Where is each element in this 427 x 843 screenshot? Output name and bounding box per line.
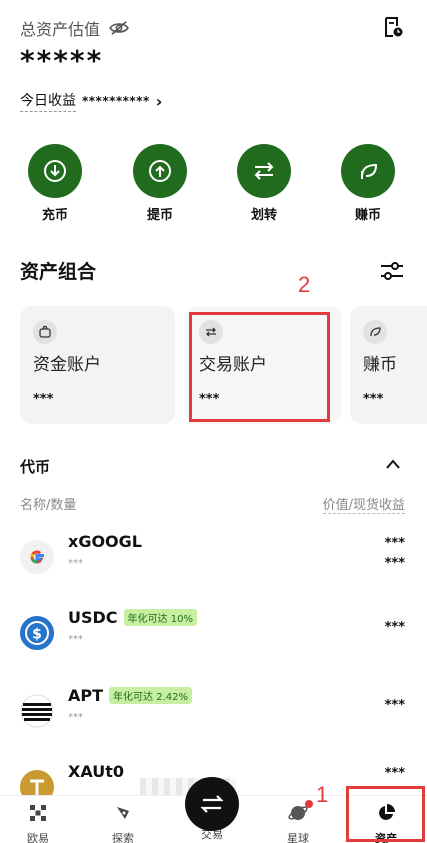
eye-hidden-icon[interactable] [108, 20, 130, 36]
token-pnl: *** [384, 556, 405, 571]
annotation-box-2 [189, 312, 330, 422]
token-value: *** [384, 766, 405, 781]
earn-label: 赚币 [354, 208, 381, 223]
annotation-number-1: 1 [316, 782, 329, 807]
today-pnl[interactable]: 今日收益 ********** › [20, 90, 162, 112]
okx-icon [30, 805, 46, 821]
tab-label: 欧易 [27, 832, 49, 843]
google-logo-icon [20, 540, 54, 574]
account-name: 资金账户 [33, 355, 101, 375]
token-amount: *** [68, 558, 83, 569]
account-name: 赚币 [363, 355, 397, 375]
column-value-pnl[interactable]: 价值/现货收益 [322, 494, 405, 514]
earn-button[interactable]: 赚币 [333, 144, 403, 223]
token-symbol: XAUt0 [68, 762, 124, 781]
compass-icon [117, 807, 129, 819]
token-row[interactable]: $ USDC 年化可达 10% *** *** [0, 608, 427, 680]
transfer-button[interactable]: 划转 [229, 144, 299, 223]
trade-icon [200, 795, 224, 813]
token-value: *** [384, 620, 405, 635]
apy-badge: 年化可达 2.42% [109, 687, 192, 704]
apy-badge: 年化可达 10% [123, 609, 197, 626]
chevron-right-icon: › [155, 91, 163, 111]
settings-sliders-icon[interactable] [379, 260, 405, 282]
chevron-up-icon[interactable] [385, 458, 401, 470]
total-assets-label: 总资产估值 [20, 16, 130, 40]
today-pnl-label: 今日收益 [20, 90, 76, 112]
transfer-icon [254, 162, 274, 180]
today-pnl-value: ********** [82, 94, 150, 108]
token-row[interactable]: xGOOGL *** *** *** [0, 532, 427, 604]
token-symbol: USDC 年化可达 10% [68, 608, 197, 627]
annotation-box-1 [346, 786, 425, 842]
token-row[interactable]: APT 年化可达 2.42% *** *** [0, 686, 427, 758]
annotation-number-2: 2 [298, 272, 311, 297]
notification-dot [305, 800, 313, 808]
history-doc-icon[interactable] [383, 16, 403, 38]
token-value: *** [384, 698, 405, 713]
deposit-button[interactable]: 充币 [20, 144, 90, 223]
deposit-icon [44, 160, 66, 182]
token-value: *** [384, 536, 405, 551]
quick-actions: 充币 提币 划转 赚币 [0, 144, 427, 224]
tab-okx[interactable]: 欧易 [3, 802, 73, 843]
earn-icon [361, 163, 378, 179]
tab-explore[interactable]: 探索 [88, 802, 158, 843]
apt-logo-icon [20, 694, 54, 728]
withdraw-label: 提币 [146, 208, 173, 223]
token-symbol: xGOOGL [68, 532, 142, 551]
portfolio-title: 资产组合 [20, 261, 97, 283]
tokens-title: 代币 [20, 458, 51, 476]
tab-label: 星球 [287, 832, 309, 843]
deposit-label: 充币 [41, 208, 68, 223]
column-name-amount: 名称/数量 [20, 498, 77, 513]
trade-fab-button[interactable] [185, 777, 239, 831]
token-amount: *** [68, 634, 83, 645]
transfer-label: 划转 [250, 208, 277, 223]
account-value: *** [363, 392, 384, 407]
withdraw-icon [149, 160, 171, 182]
token-amount: *** [68, 712, 83, 723]
account-value: *** [33, 392, 54, 407]
earn-account-card[interactable]: 赚币 *** [350, 306, 427, 424]
token-symbol: APT 年化可达 2.42% [68, 686, 192, 705]
tab-label: 探索 [112, 832, 134, 843]
usdc-logo-icon: $ [20, 616, 54, 650]
leaf-icon [370, 327, 381, 337]
withdraw-button[interactable]: 提币 [125, 144, 195, 223]
wallet-icon [39, 325, 51, 338]
funding-account-card[interactable]: 资金账户 *** [20, 306, 175, 424]
svg-text:$: $ [32, 627, 42, 643]
tab-planet[interactable]: 星球 [263, 802, 333, 843]
total-assets-value: ***** [20, 44, 104, 77]
